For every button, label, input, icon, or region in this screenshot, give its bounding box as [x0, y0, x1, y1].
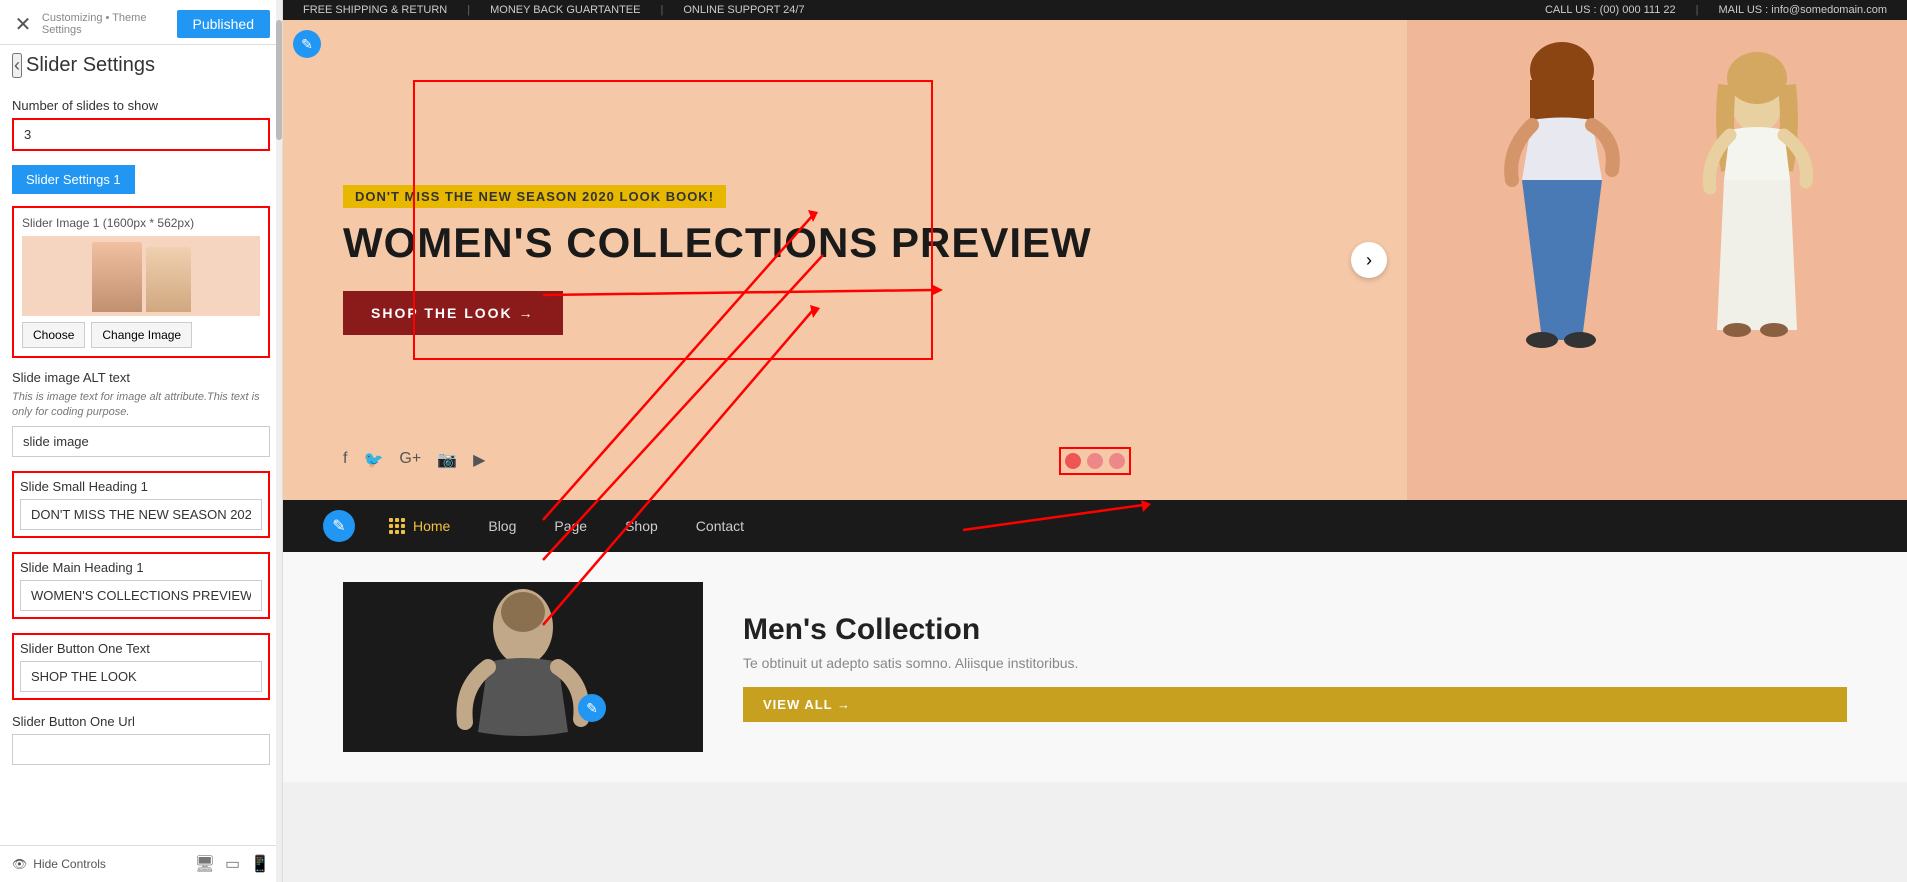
- hero-content-outline: [413, 80, 933, 360]
- googleplus-icon[interactable]: G+: [399, 450, 421, 470]
- button-url-label: Slider Button One Url: [12, 714, 270, 729]
- alt-text-group: Slide image ALT text This is image text …: [12, 370, 270, 457]
- slider-image-section: Slider Image 1 (1600px * 562px) Choose C…: [12, 206, 270, 358]
- nav-grid-icon: [389, 518, 405, 534]
- alt-text-label: Slide image ALT text: [12, 370, 270, 385]
- small-heading-group: Slide Small Heading 1: [12, 471, 270, 538]
- dot-3[interactable]: [1109, 453, 1125, 469]
- slider-tab-button[interactable]: Slider Settings 1: [12, 165, 135, 194]
- nav-item-blog[interactable]: Blog: [484, 518, 520, 534]
- info-bar-items: FREE SHIPPING & RETURN | MONEY BACK GUAR…: [303, 4, 805, 16]
- num-slides-label: Number of slides to show: [12, 98, 270, 113]
- panel-top-bar: ✕ Customizing • Theme Settings Published: [0, 0, 282, 45]
- mens-collection-desc: Te obtinuit ut adepto satis somno. Aliis…: [743, 655, 1847, 671]
- nav-item-page[interactable]: Page: [550, 518, 591, 534]
- desktop-icon[interactable]: 🖥: [195, 854, 215, 874]
- scroll-thumb: [276, 20, 282, 140]
- mens-collection-title: Men's Collection: [743, 613, 1847, 647]
- panel-bottom-bar: 👁 Hide Controls 🖥 ▭ 📱: [0, 845, 282, 882]
- info-email: MAIL US : info@somedomain.com: [1719, 4, 1888, 16]
- hero-edit-icon[interactable]: ✎: [293, 30, 321, 58]
- thumb-figure-2: [146, 247, 191, 312]
- info-bar-contact: CALL US : (00) 000 111 22 | MAIL US : in…: [1545, 4, 1887, 16]
- slider-dots: [1065, 453, 1125, 469]
- button-text-label: Slider Button One Text: [20, 641, 262, 656]
- close-button[interactable]: ✕: [12, 12, 34, 36]
- view-all-button[interactable]: VIEW ALL →: [743, 687, 1847, 722]
- bottom-edit-icon[interactable]: ✎: [578, 694, 606, 722]
- info-phone: CALL US : (00) 000 111 22: [1545, 4, 1676, 16]
- mens-collection-info: Men's Collection Te obtinuit ut adepto s…: [743, 582, 1847, 752]
- nav-contact-label: Contact: [696, 518, 744, 534]
- panel-title-row: ‹ Slider Settings: [0, 45, 282, 86]
- back-button[interactable]: ‹: [12, 53, 22, 78]
- change-image-button[interactable]: Change Image: [91, 322, 192, 348]
- youtube-icon[interactable]: ▶: [473, 450, 485, 470]
- dot-1[interactable]: [1065, 453, 1081, 469]
- instagram-icon[interactable]: 📷: [437, 450, 457, 470]
- alt-text-desc: This is image text for image alt attribu…: [12, 390, 270, 421]
- facebook-icon[interactable]: f: [343, 450, 347, 470]
- eye-icon: 👁: [12, 857, 27, 871]
- mens-figure-svg: [343, 582, 703, 752]
- website-preview: FREE SHIPPING & RETURN | MONEY BACK GUAR…: [283, 0, 1907, 882]
- nav-home-label: Home: [413, 518, 450, 534]
- site-info-bar: FREE SHIPPING & RETURN | MONEY BACK GUAR…: [283, 0, 1907, 20]
- publish-button[interactable]: Published: [177, 10, 271, 38]
- main-navigation: ✎ Home Blog Page Shop Contact: [283, 500, 1907, 552]
- button-url-group: Slider Button One Url: [12, 714, 270, 765]
- image-thumbnail: [22, 236, 260, 316]
- twitter-icon[interactable]: 🐦: [363, 450, 383, 470]
- nav-shop-label: Shop: [625, 518, 658, 534]
- button-text-group: Slider Button One Text: [12, 633, 270, 700]
- nav-item-home[interactable]: Home: [385, 518, 454, 534]
- nav-blog-label: Blog: [488, 518, 516, 534]
- hide-controls-label: Hide Controls: [33, 857, 106, 871]
- nav-item-shop[interactable]: Shop: [621, 518, 662, 534]
- info-money-back: MONEY BACK GUARTANTEE: [490, 4, 640, 16]
- nav-page-label: Page: [554, 518, 587, 534]
- nav-item-contact[interactable]: Contact: [692, 518, 748, 534]
- top-bar-left: ✕ Customizing • Theme Settings: [12, 12, 177, 36]
- main-heading-group: Slide Main Heading 1: [12, 552, 270, 619]
- alt-text-input[interactable]: [12, 426, 270, 457]
- small-heading-input[interactable]: [20, 499, 262, 530]
- choose-image-button[interactable]: Choose: [22, 322, 85, 348]
- image-section-label: Slider Image 1 (1600px * 562px): [22, 216, 260, 230]
- button-url-input[interactable]: [12, 734, 270, 765]
- thumb-content: [88, 236, 195, 316]
- panel-title: Slider Settings: [26, 54, 155, 77]
- hero-section: ✎ DON'T MISS THE NEW SEASON 2020 LOOK BO…: [283, 20, 1907, 500]
- main-heading-input[interactable]: [20, 580, 262, 611]
- breadcrumb: Customizing • Theme Settings: [42, 12, 177, 36]
- mobile-icon[interactable]: 📱: [250, 854, 270, 874]
- thumb-figure-1: [92, 242, 142, 312]
- num-slides-group: Number of slides to show: [12, 98, 270, 151]
- scroll-indicator: [276, 0, 282, 882]
- main-heading-label: Slide Main Heading 1: [20, 560, 262, 575]
- slider-dots-outline: [1059, 447, 1131, 475]
- nav-logo[interactable]: ✎: [323, 510, 355, 542]
- dot-2[interactable]: [1087, 453, 1103, 469]
- tablet-icon[interactable]: ▭: [225, 854, 240, 874]
- info-shipping: FREE SHIPPING & RETURN: [303, 4, 447, 16]
- slider-next-button[interactable]: ›: [1351, 242, 1387, 278]
- info-support: ONLINE SUPPORT 24/7: [683, 4, 804, 16]
- device-icons-group: 🖥 ▭ 📱: [195, 854, 270, 874]
- customizer-panel: ✕ Customizing • Theme Settings Published…: [0, 0, 283, 882]
- button-text-input[interactable]: [20, 661, 262, 692]
- num-slides-input[interactable]: [12, 118, 270, 151]
- small-heading-label: Slide Small Heading 1: [20, 479, 262, 494]
- image-btn-row: Choose Change Image: [22, 322, 260, 348]
- bottom-section: ✎ Men's Collection Te obtinuit ut adepto…: [283, 552, 1907, 782]
- panel-content: Number of slides to show Slider Settings…: [0, 86, 282, 845]
- social-icons-row: f 🐦 G+ 📷 ▶: [343, 450, 485, 470]
- mens-image-box: [343, 582, 703, 752]
- hide-controls-button[interactable]: 👁 Hide Controls: [12, 857, 106, 871]
